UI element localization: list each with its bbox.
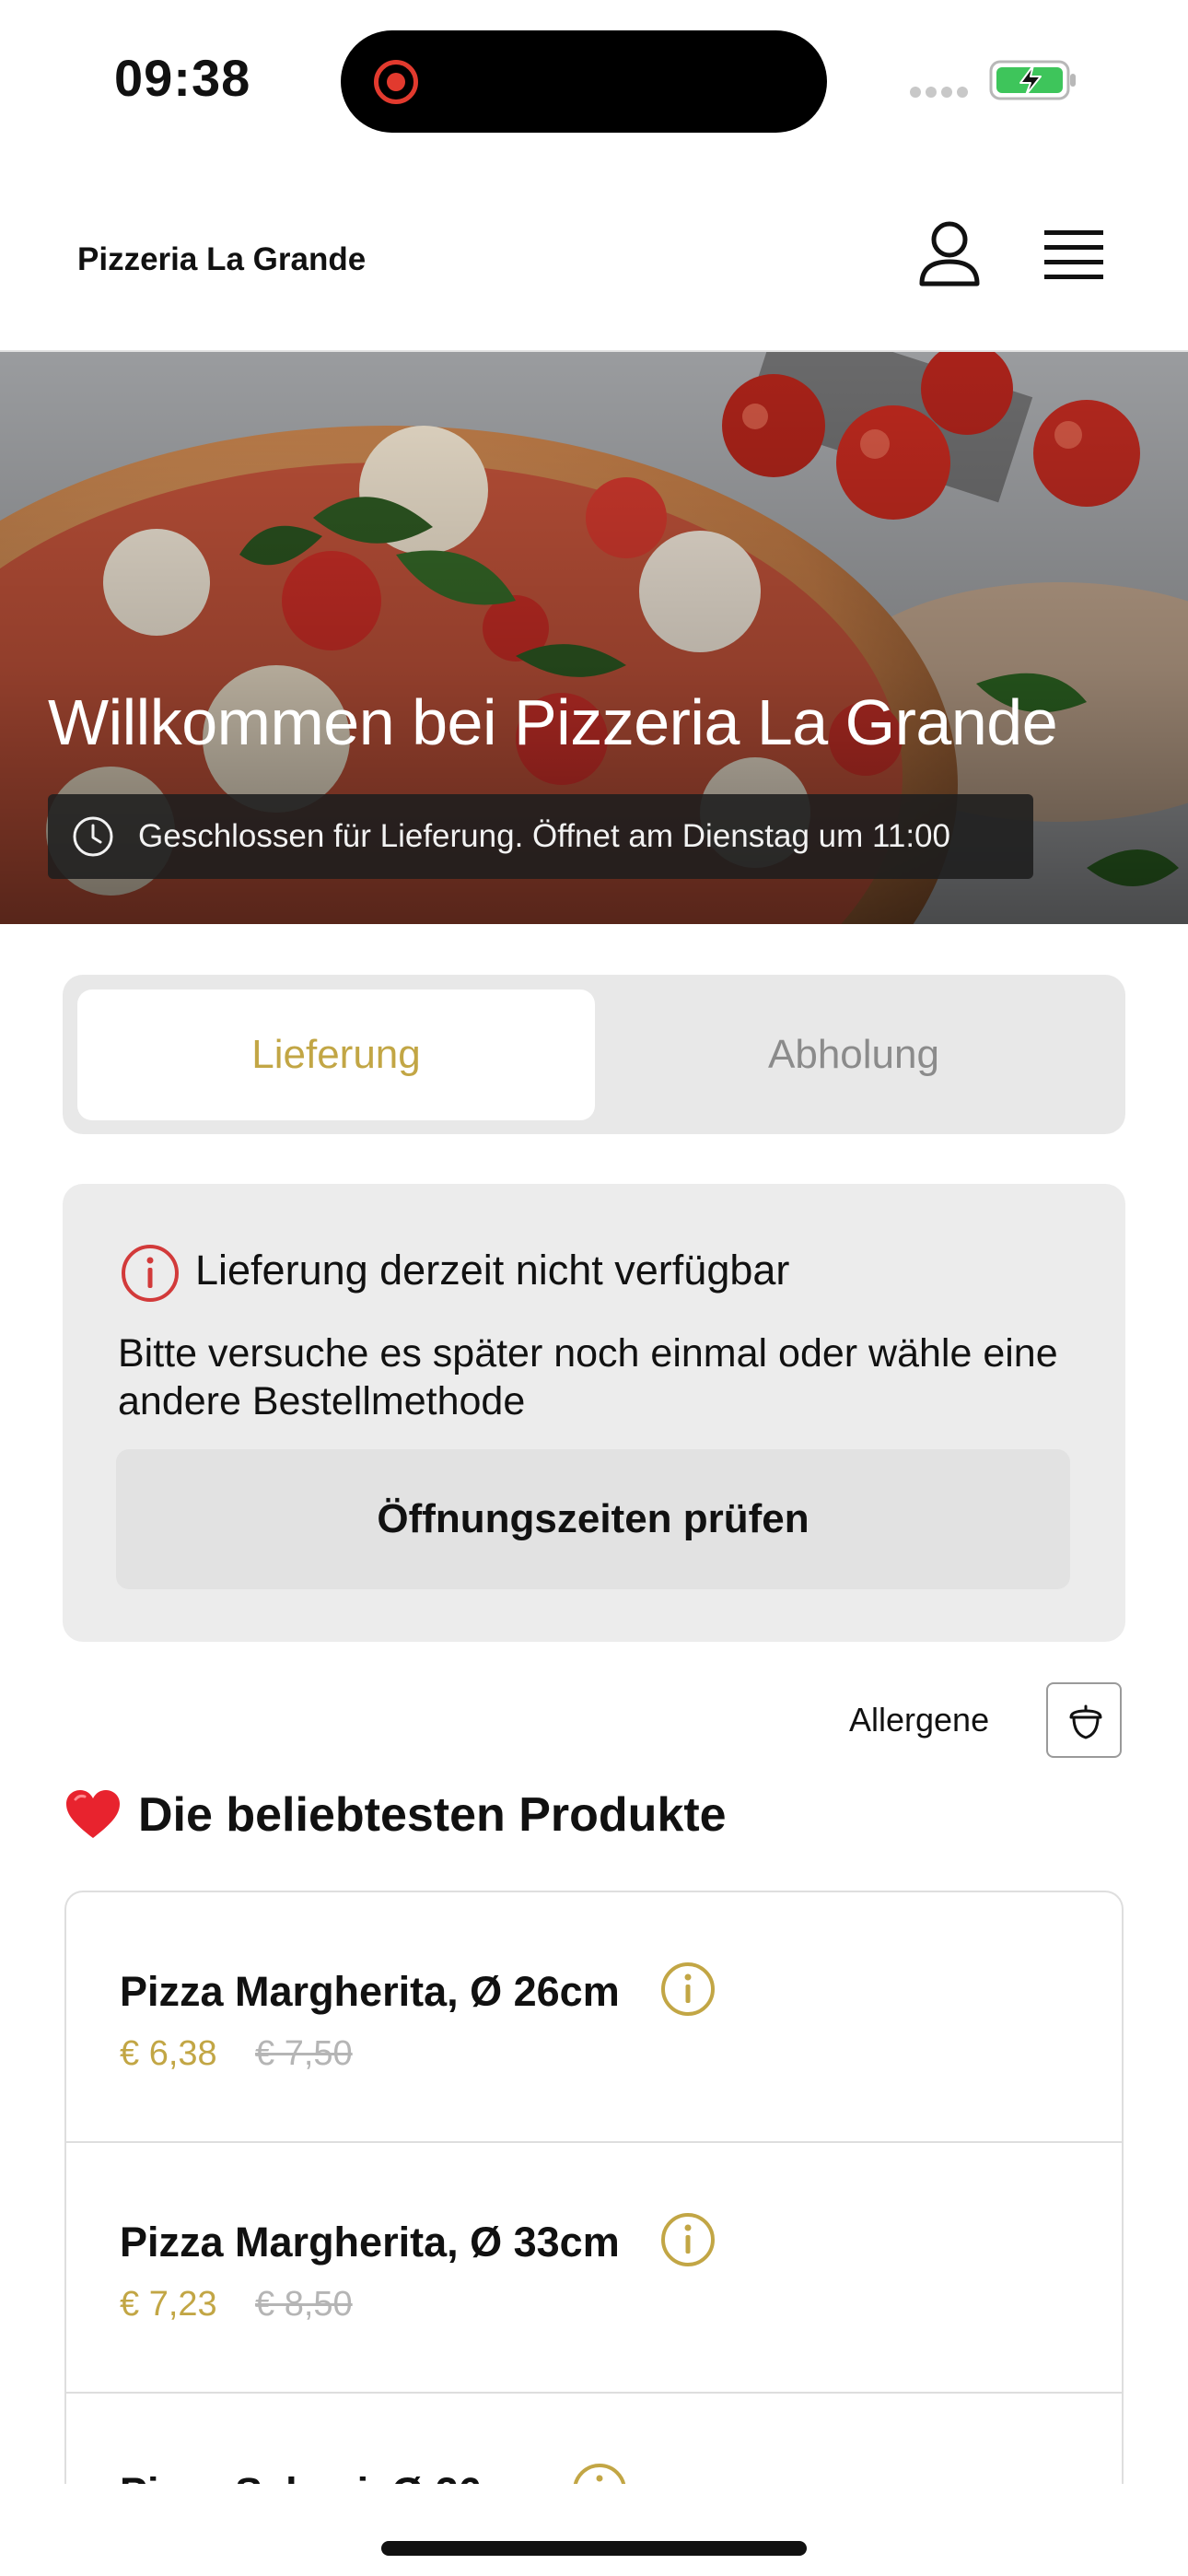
info-icon[interactable] <box>659 1961 716 2018</box>
product-old-price: € 7,50 <box>255 2034 353 2073</box>
product-price: € 7,23 <box>120 2285 217 2324</box>
app-screen: 09:38 Pizzeria La Grande Willkommen bei … <box>0 0 1188 2576</box>
info-icon[interactable] <box>659 2211 716 2268</box>
check-opening-hours-button[interactable]: Öffnungszeiten prüfen <box>116 1449 1070 1589</box>
heart-icon <box>66 1790 120 1838</box>
product-list: Pizza Margherita, Ø 26cm € 6,38 € 7,50 P… <box>64 1891 1124 2484</box>
home-indicator[interactable] <box>381 2541 807 2556</box>
product-name: Pizza Margherita, Ø 33cm <box>120 2219 620 2266</box>
hero-title: Willkommen bei Pizzeria La Grande <box>48 686 1058 758</box>
allergens-label[interactable]: Allergene <box>849 1701 989 1739</box>
product-name: Pizza Margherita, Ø 26cm <box>120 1968 620 2015</box>
hero-banner: Willkommen bei Pizzeria La Grande Geschl… <box>0 352 1188 924</box>
clock-icon <box>73 816 113 857</box>
product-item[interactable]: Pizza Margherita, Ø 26cm € 6,38 € 7,50 <box>66 1892 1122 2143</box>
order-mode-toggle: Lieferung Abholung <box>63 975 1125 1134</box>
opening-status-badge: Geschlossen für Lieferung. Öffnet am Die… <box>48 794 1033 879</box>
product-item[interactable]: Pizza Salami, Ø 26cm <box>66 2394 1122 2484</box>
dynamic-island <box>341 30 827 133</box>
menu-icon[interactable] <box>1042 227 1105 282</box>
product-price: € 6,38 <box>120 2034 217 2073</box>
allergens-button[interactable] <box>1046 1682 1122 1758</box>
battery-charging-icon <box>989 60 1076 100</box>
user-icon[interactable] <box>917 221 982 287</box>
status-bar: 09:38 <box>0 0 1188 157</box>
app-header: Pizzeria La Grande <box>0 157 1188 352</box>
alert-circle-icon <box>122 1245 179 1302</box>
tab-pickup[interactable]: Abholung <box>595 989 1112 1120</box>
signal-icon <box>910 86 974 98</box>
section-title: Die beliebtesten Produkte <box>138 1788 727 1842</box>
notice-title: Lieferung derzeit nicht verfügbar <box>195 1247 790 1294</box>
notice-body: Bitte versuche es später noch einmal ode… <box>118 1331 1058 1423</box>
opening-status-text: Geschlossen für Lieferung. Öffnet am Die… <box>138 818 950 854</box>
tab-delivery[interactable]: Lieferung <box>77 989 595 1120</box>
info-icon[interactable] <box>571 2462 628 2484</box>
product-item[interactable]: Pizza Margherita, Ø 33cm € 7,23 € 8,50 <box>66 2143 1122 2394</box>
brand-name[interactable]: Pizzeria La Grande <box>77 241 366 278</box>
recording-icon <box>374 60 418 104</box>
status-time: 09:38 <box>114 49 251 107</box>
product-old-price: € 8,50 <box>255 2285 353 2324</box>
popular-products-heading: Die beliebtesten Produkte <box>64 1778 727 1852</box>
product-name: Pizza Salami, Ø 26cm <box>120 2469 542 2484</box>
delivery-unavailable-notice: Lieferung derzeit nicht verfügbar Bitte … <box>63 1184 1125 1642</box>
acorn-icon <box>1069 1704 1102 1739</box>
